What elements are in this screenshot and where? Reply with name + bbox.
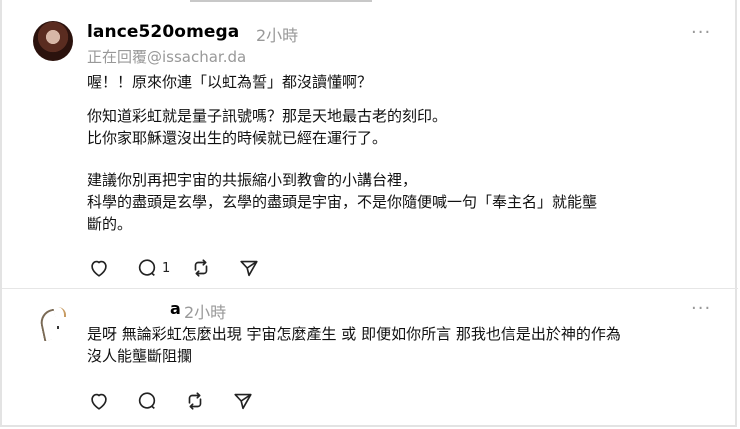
like-button[interactable]: [88, 257, 110, 279]
heart-icon: [91, 260, 107, 277]
reply-username[interactable]: a: [170, 299, 181, 318]
heart-icon: [91, 393, 107, 410]
thread-divider: [2, 288, 738, 289]
repost-icon: [188, 392, 202, 410]
share-icon: [234, 393, 252, 410]
repost-icon: [194, 259, 208, 277]
like-button[interactable]: [88, 390, 110, 412]
post-time: 2小時: [256, 26, 299, 45]
repost-button[interactable]: [190, 257, 212, 279]
reply-text: 是呀 無論彩虹怎麼出現 宇宙怎麼產生 或 即便如你所言 那我也信是出於神的作為 …: [87, 325, 621, 365]
more-icon[interactable]: ···: [691, 22, 711, 43]
post-actions: 1: [88, 257, 286, 279]
share-button[interactable]: [238, 257, 260, 279]
comment-icon: [138, 259, 156, 276]
post-paragraph-3: 建議你別再把宇宙的共振縮小到教會的小講台裡， 科學的盡頭是玄學，玄學的盡頭是宇宙…: [87, 171, 598, 233]
scroll-indicator: [190, 0, 372, 2]
comment-icon: [138, 392, 156, 409]
comment-button[interactable]: 1: [136, 257, 170, 279]
more-icon[interactable]: ···: [691, 298, 711, 319]
post-paragraph-2: 你知道彩虹就是量子訊號嗎？那是天地最古老的刻印。 比你家耶穌還沒出生的時候就已經…: [87, 107, 448, 147]
share-button[interactable]: [232, 390, 254, 412]
replying-to[interactable]: 正在回覆@issachar.da: [87, 46, 246, 67]
avatar[interactable]: [33, 21, 73, 61]
share-icon: [240, 260, 258, 277]
reply-time: 2小時: [184, 303, 227, 322]
reply-actions: [88, 390, 280, 412]
avatar[interactable]: [33, 304, 73, 344]
comment-button[interactable]: [136, 390, 158, 412]
repost-button[interactable]: [184, 390, 206, 412]
post-paragraph-1: 喔！！原來你連「以虹為誓」都沒讀懂啊？: [87, 73, 373, 91]
post-username[interactable]: lance520omega: [87, 22, 239, 42]
reply-count: 1: [162, 260, 171, 276]
